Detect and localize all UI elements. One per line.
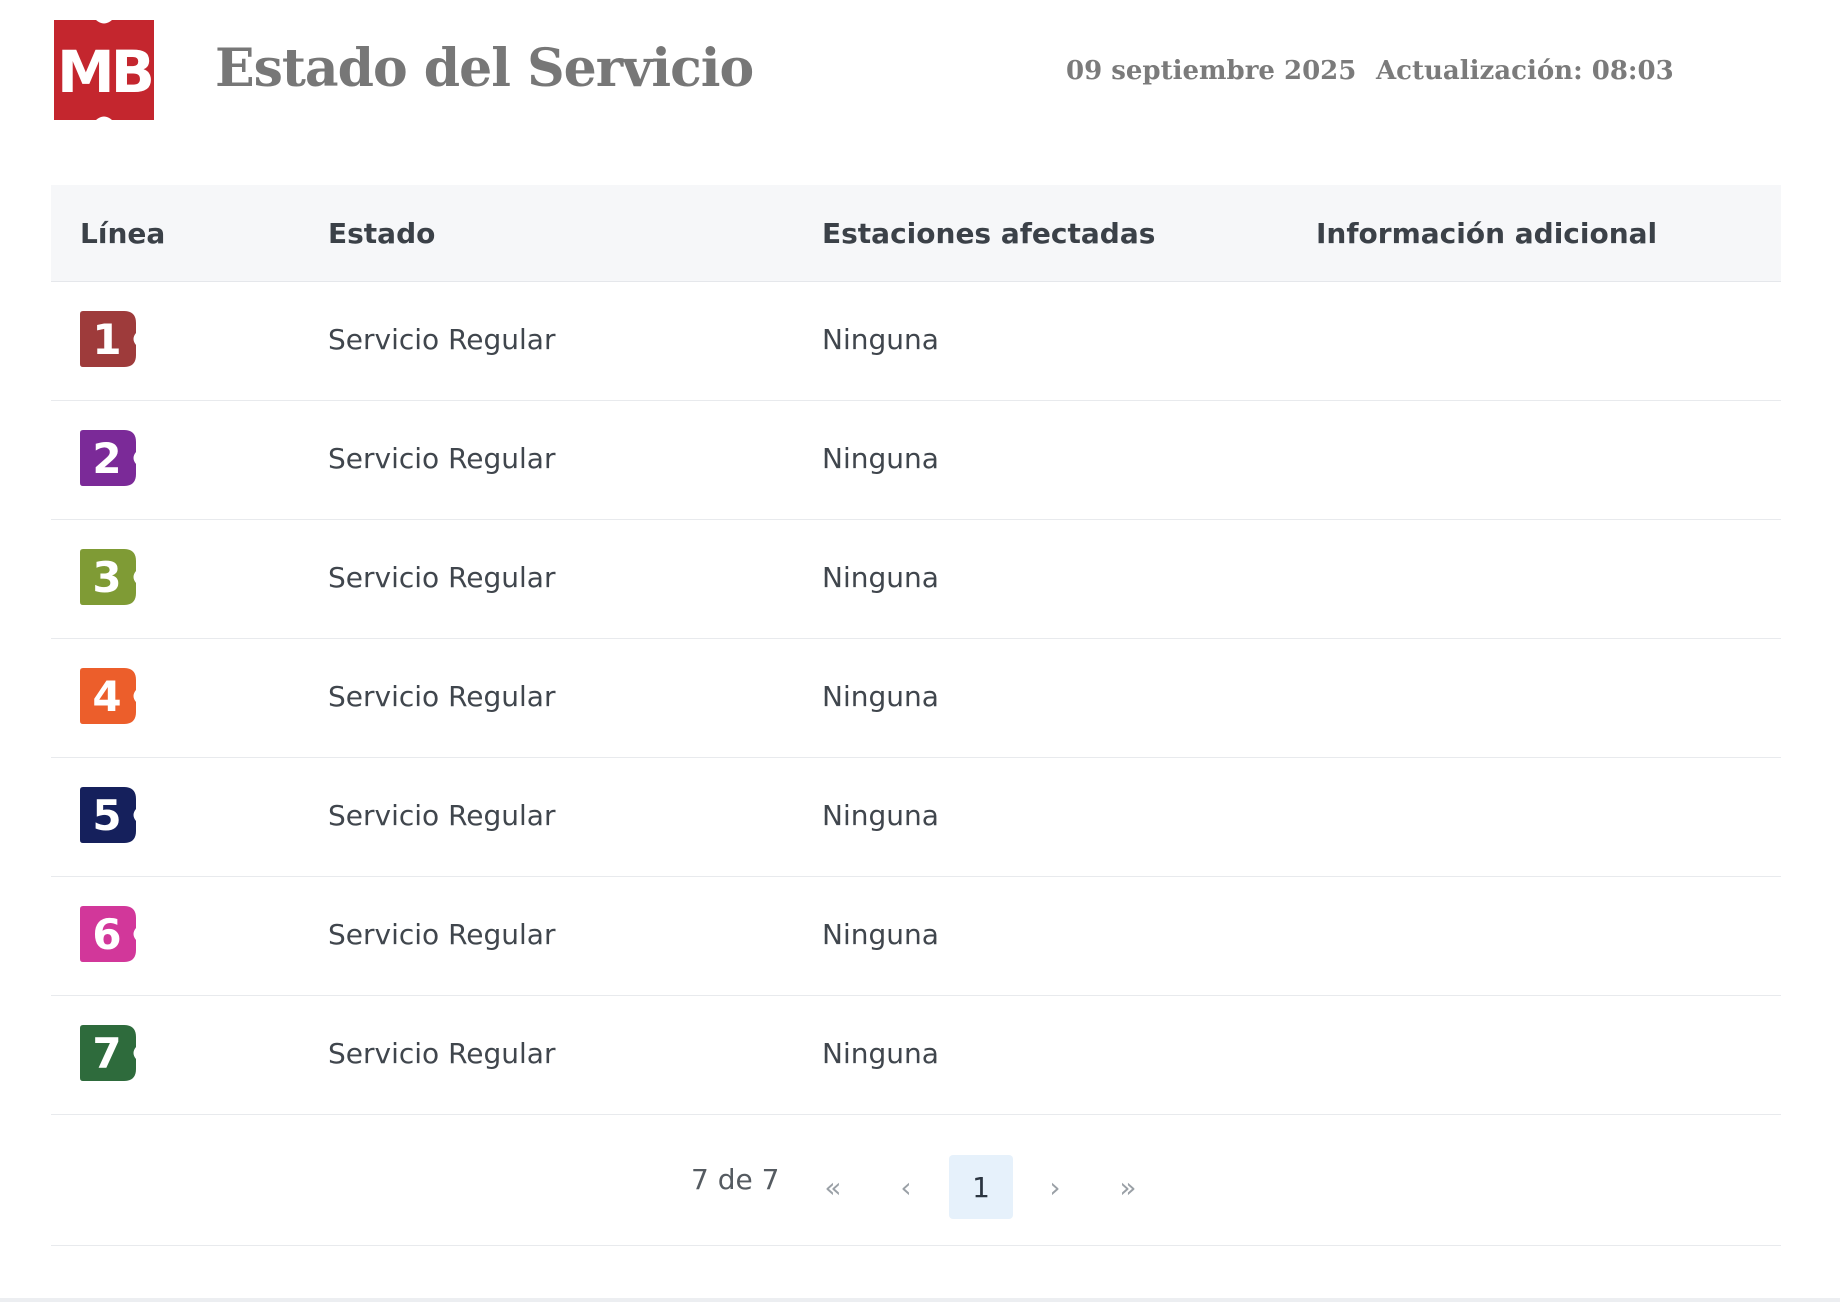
table-row: 1 Servicio Regular Ninguna — [51, 282, 1781, 401]
line-badge-icon: 5 — [80, 787, 136, 843]
column-header-estado: Estado — [328, 217, 436, 250]
double-chevron-right-icon: » — [1119, 1170, 1137, 1204]
table-header: Línea Estado Estaciones afectadas Inform… — [51, 185, 1781, 282]
status-table: Línea Estado Estaciones afectadas Inform… — [51, 185, 1781, 1246]
status-cell: Servicio Regular — [328, 561, 556, 594]
column-header-informacion: Información adicional — [1316, 217, 1658, 250]
status-cell: Servicio Regular — [328, 918, 556, 951]
line-badge-icon: 1 — [80, 311, 136, 367]
logo-text: MB — [57, 38, 152, 106]
table-row: 6 Servicio Regular Ninguna — [51, 877, 1781, 996]
pagination: 7 de 7 « ‹ 1 › » — [51, 1115, 1781, 1246]
next-page-button[interactable]: › — [1023, 1155, 1087, 1219]
table-body: 1 Servicio Regular Ninguna 2 Servicio Regula… — [51, 282, 1781, 1115]
affected-stations-cell: Ninguna — [822, 561, 939, 594]
line-badge-icon: 2 — [80, 430, 136, 486]
line-badge-icon: 6 — [80, 906, 136, 962]
status-cell: Servicio Regular — [328, 323, 556, 356]
line-number: 4 — [92, 672, 121, 721]
first-page-button[interactable]: « — [801, 1155, 865, 1219]
status-cell: Servicio Regular — [328, 1037, 556, 1070]
metro-logo: MB — [54, 20, 154, 120]
bottom-divider — [0, 1298, 1840, 1302]
line-badge-icon: 4 — [80, 668, 136, 724]
column-header-linea: Línea — [80, 217, 166, 250]
service-date: 09 septiembre 2025 — [1066, 56, 1357, 86]
previous-page-button[interactable]: ‹ — [874, 1155, 938, 1219]
page-1-button[interactable]: 1 — [949, 1155, 1013, 1219]
line-number: 2 — [92, 434, 121, 483]
status-cell: Servicio Regular — [328, 442, 556, 475]
affected-stations-cell: Ninguna — [822, 799, 939, 832]
column-header-estaciones: Estaciones afectadas — [822, 217, 1156, 250]
last-page-button[interactable]: » — [1096, 1155, 1160, 1219]
pagination-count: 7 de 7 — [691, 1163, 780, 1196]
table-row: 5 Servicio Regular Ninguna — [51, 758, 1781, 877]
line-number: 6 — [92, 910, 121, 959]
status-cell: Servicio Regular — [328, 799, 556, 832]
line-number: 1 — [92, 315, 121, 364]
affected-stations-cell: Ninguna — [822, 323, 939, 356]
table-row: 2 Servicio Regular Ninguna — [51, 401, 1781, 520]
chevron-right-icon: › — [1049, 1170, 1061, 1204]
double-chevron-left-icon: « — [824, 1170, 842, 1204]
line-number: 3 — [92, 553, 121, 602]
affected-stations-cell: Ninguna — [822, 918, 939, 951]
chevron-left-icon: ‹ — [900, 1170, 912, 1204]
affected-stations-cell: Ninguna — [822, 680, 939, 713]
line-number: 5 — [92, 791, 121, 840]
table-row: 4 Servicio Regular Ninguna — [51, 639, 1781, 758]
table-row: 7 Servicio Regular Ninguna — [51, 996, 1781, 1115]
update-time: Actualización: 08:03 — [1376, 56, 1674, 86]
status-cell: Servicio Regular — [328, 680, 556, 713]
line-number: 7 — [92, 1029, 121, 1078]
affected-stations-cell: Ninguna — [822, 1037, 939, 1070]
line-badge-icon: 3 — [80, 549, 136, 605]
affected-stations-cell: Ninguna — [822, 442, 939, 475]
line-badge-icon: 7 — [80, 1025, 136, 1081]
header: MB Estado del Servicio 09 septiembre 202… — [0, 0, 1840, 160]
table-row: 3 Servicio Regular Ninguna — [51, 520, 1781, 639]
page-title: Estado del Servicio — [215, 38, 754, 99]
